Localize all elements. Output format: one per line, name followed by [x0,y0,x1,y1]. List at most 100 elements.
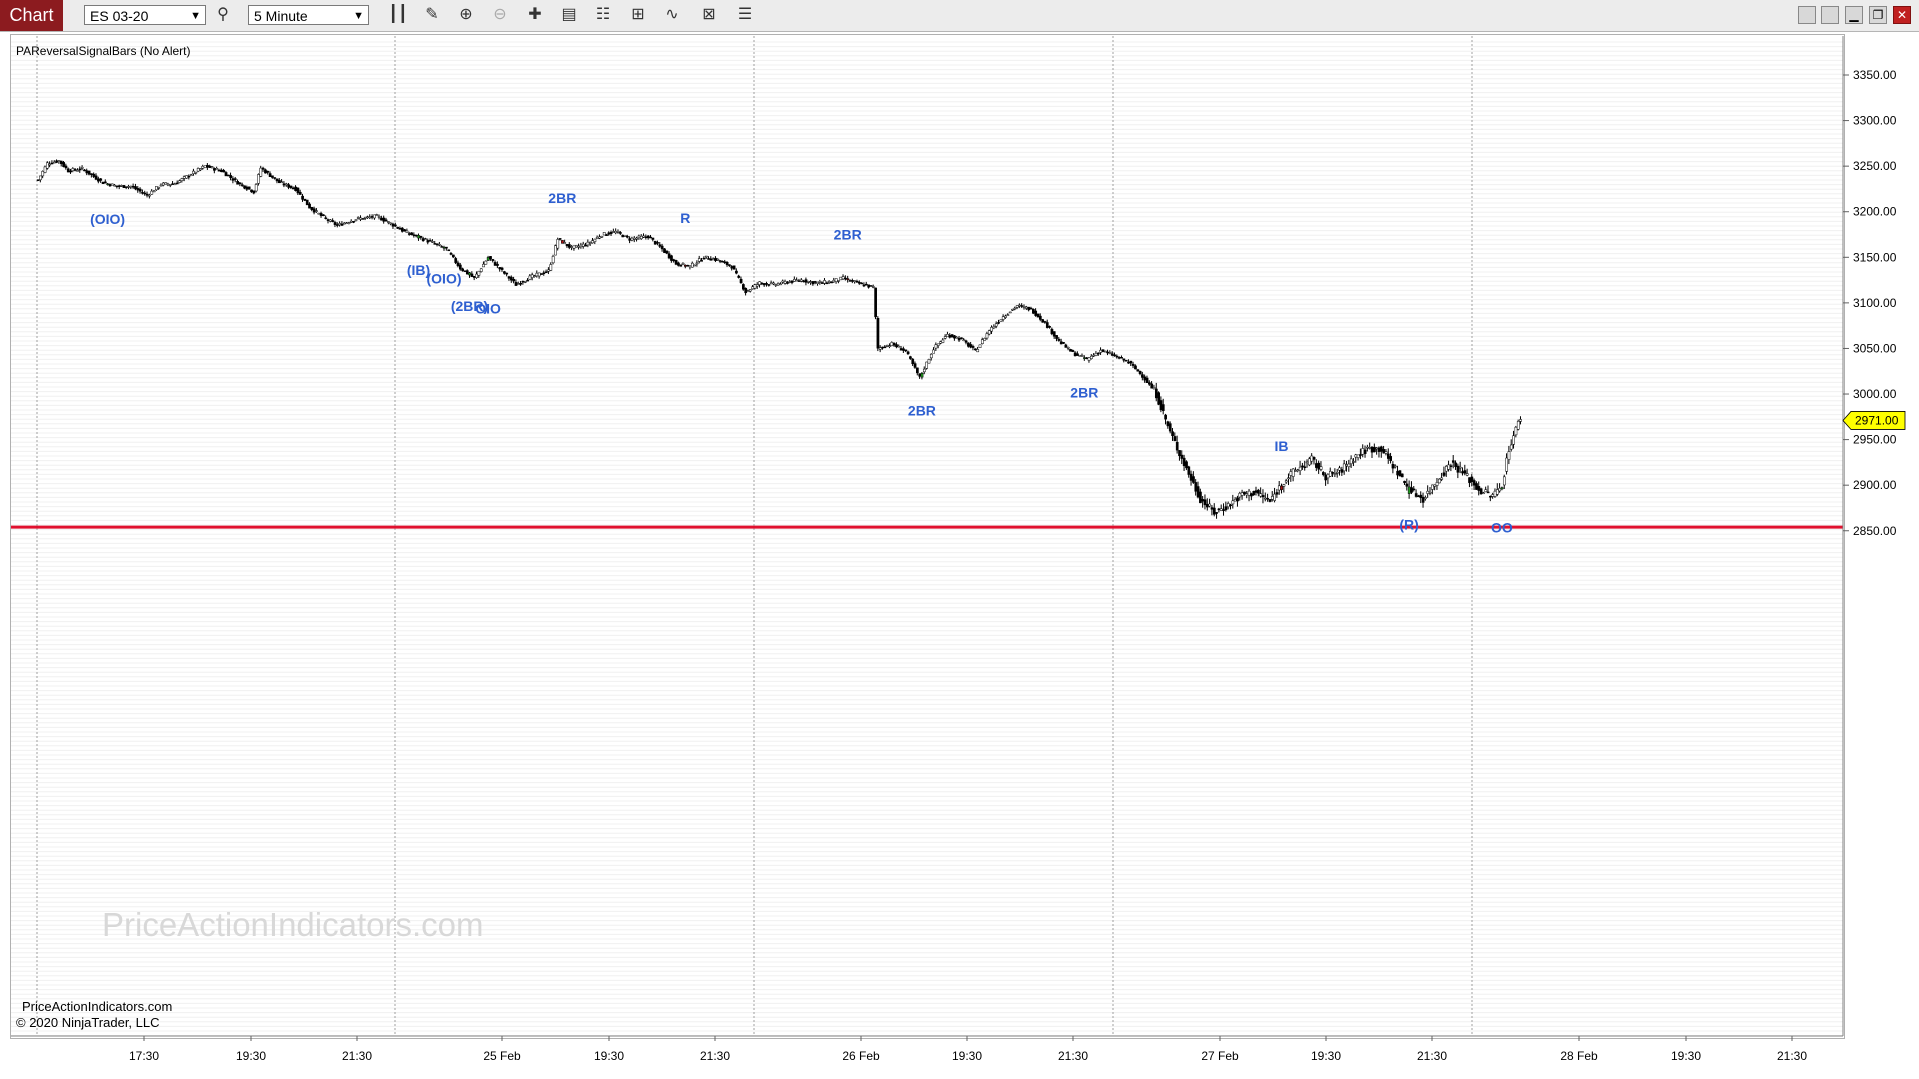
candle-body [577,245,581,248]
candle-body [342,222,346,225]
candle-body [1296,469,1300,471]
candle-body [767,284,771,286]
signal-label: 2BR [834,227,862,243]
candle-body [164,182,168,185]
candle-body [711,258,715,261]
candle-body [431,241,434,243]
candle-body [284,183,288,186]
time-tick-label: 25 Feb [483,1049,521,1063]
candle-body [874,287,877,318]
candle-body [1094,353,1098,356]
candle-body [403,229,407,232]
candle-body [999,319,1003,322]
candle-body [178,180,181,183]
candle-body [862,284,866,287]
candle-body [1050,328,1054,335]
candle-body [1127,361,1130,364]
candle-body [41,171,45,177]
candle-body [345,222,349,224]
candle-body [479,268,483,272]
candle-body [1217,508,1221,511]
candle-body [530,274,534,278]
candle-body [909,356,912,359]
candle-body [1407,486,1411,494]
signal-label: 2BR [1070,384,1098,400]
candle-body [312,208,316,213]
candle-body [366,216,369,218]
candle-body [1090,355,1093,359]
candle-body [535,272,539,277]
candle-body [85,170,89,174]
candle-body [869,285,873,287]
candle-body [932,349,935,354]
candle-body [871,286,875,288]
candle-body [50,162,54,165]
candle-body [1393,465,1397,468]
candle-body [1396,470,1399,476]
candle-body [1315,463,1318,468]
time-tick-label: 21:30 [1058,1049,1088,1063]
candle-body [834,278,838,282]
candle-body [762,283,766,286]
candle-body [454,258,458,263]
candle-body [1168,423,1172,432]
candle-body [445,246,448,249]
candle-body [860,282,864,285]
candle-body [1134,365,1137,370]
candle-body [57,160,61,162]
candle-body [1458,466,1462,469]
candle-body [695,262,699,265]
candle-body [99,178,103,181]
candle-body [361,218,365,220]
candle-body [1303,466,1307,469]
candle-body [1113,354,1116,357]
candle-body [721,260,724,263]
candle-body [1145,377,1149,383]
candle-body [1066,347,1070,349]
candle-body [433,243,437,245]
candle-body [398,227,402,230]
candle-body [1045,322,1049,328]
candle-body [653,240,657,245]
candle-body [1022,306,1026,308]
candle-body [1073,352,1077,357]
candle-body [853,280,857,282]
candle-body [1475,483,1478,490]
candle-body [837,280,840,282]
candle-body [412,234,416,236]
candle-body [776,283,780,286]
candle-body [1477,486,1481,491]
candle-body [1370,446,1374,453]
candle-body [841,276,845,280]
candle-body [848,280,852,282]
candle-body [245,186,249,190]
candle-body [240,184,244,186]
candle-body [1006,314,1010,316]
price-tick-label: 3300.00 [1853,114,1897,128]
candle-body [628,238,632,241]
candle-body [1201,499,1205,502]
candle-body [1052,331,1056,337]
candle-body [298,191,302,195]
candle-body [1117,357,1121,359]
candle-body [1496,489,1499,495]
candle-body [1491,494,1495,497]
candle-body [563,242,567,244]
candle-body [1175,441,1179,451]
candle-body [129,185,133,188]
candle-body [867,284,871,288]
candle-body [707,258,710,260]
candle-body [500,267,504,270]
candle-body [742,284,745,290]
candle-body [1226,503,1230,508]
candle-body [1078,354,1082,357]
candle-body [243,185,246,189]
candle-body [1442,472,1446,476]
candle-body [1472,480,1476,486]
candle-body [630,237,634,241]
candle-body [1461,471,1464,474]
candle-body [971,346,975,348]
candle-body [213,168,216,171]
time-tick-label: 21:30 [1417,1049,1447,1063]
candle-body [1465,473,1469,476]
